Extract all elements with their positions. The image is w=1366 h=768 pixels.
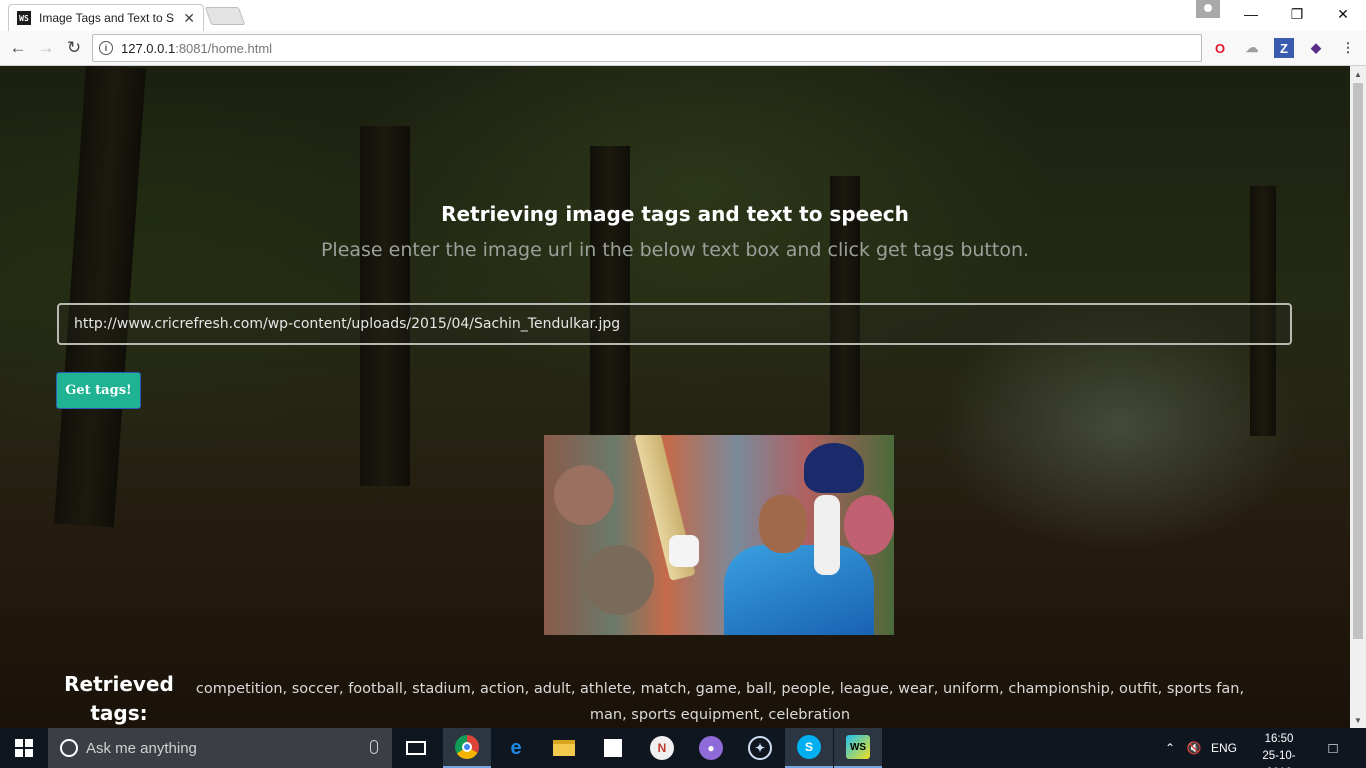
new-tab-button[interactable] bbox=[204, 7, 246, 25]
browser-tabstrip: WS Image Tags and Text to S ✕ — ❐ ✕ bbox=[0, 0, 1366, 31]
clock[interactable]: 16:50 25-10-2016 bbox=[1250, 731, 1308, 768]
show-hidden-icons-chevron-up-icon[interactable]: ⌃ bbox=[1160, 728, 1180, 768]
skype-icon: S bbox=[797, 735, 821, 759]
clock-date: 25-10-2016 bbox=[1262, 750, 1296, 768]
player-face bbox=[759, 495, 807, 553]
scroll-up-arrow-icon[interactable]: ▲ bbox=[1350, 66, 1366, 82]
crowd-figure bbox=[844, 495, 894, 555]
taskbar-app-2[interactable]: ✦ bbox=[736, 728, 784, 768]
globe-icon: ✦ bbox=[748, 736, 772, 760]
page-title: Retrieving image tags and text to speech bbox=[441, 202, 909, 226]
taskbar-file-explorer[interactable] bbox=[540, 728, 588, 768]
close-window-button[interactable]: ✕ bbox=[1320, 0, 1366, 28]
opera-icon[interactable]: O bbox=[1210, 38, 1230, 58]
language-indicator[interactable]: ENG bbox=[1208, 728, 1240, 768]
taskbar: Ask me anything e N ● ✦ S WS ⌃ 🔇 ENG 16:… bbox=[0, 728, 1366, 768]
taskbar-webstorm[interactable]: WS bbox=[834, 728, 882, 768]
browser-tab[interactable]: WS Image Tags and Text to S ✕ bbox=[8, 4, 204, 31]
minimize-button[interactable]: — bbox=[1228, 0, 1274, 28]
taskbar-edge[interactable]: e bbox=[492, 728, 540, 768]
edge-icon: e bbox=[510, 736, 522, 759]
page-viewport: Retrieving image tags and text to speech… bbox=[0, 66, 1350, 728]
retrieved-image bbox=[544, 435, 894, 635]
folder-icon bbox=[553, 740, 575, 756]
taskbar-chrome[interactable] bbox=[443, 728, 491, 768]
tab-title: Image Tags and Text to S bbox=[39, 11, 174, 25]
crowd-figure bbox=[584, 545, 654, 615]
start-button[interactable] bbox=[0, 728, 48, 768]
webstorm-favicon-icon: WS bbox=[17, 11, 31, 25]
taskbar-search[interactable]: Ask me anything bbox=[48, 728, 392, 768]
player-jersey bbox=[724, 545, 874, 635]
cloud-icon[interactable]: ☁ bbox=[1242, 38, 1262, 58]
maximize-button[interactable]: ❐ bbox=[1274, 0, 1320, 28]
webstorm-icon: WS bbox=[846, 735, 870, 759]
microphone-icon[interactable] bbox=[370, 740, 378, 754]
search-placeholder: Ask me anything bbox=[86, 739, 197, 757]
volume-muted-icon[interactable]: 🔇 bbox=[1184, 728, 1204, 768]
scroll-down-arrow-icon[interactable]: ▼ bbox=[1350, 712, 1366, 728]
info-icon[interactable]: i bbox=[99, 41, 113, 55]
task-view-button[interactable] bbox=[392, 728, 440, 768]
back-arrow-icon[interactable]: ← bbox=[6, 36, 30, 60]
url-host: 127.0.0.1 bbox=[121, 40, 176, 56]
taskbar-app[interactable]: N bbox=[638, 728, 686, 768]
profile-icon[interactable] bbox=[1196, 0, 1220, 18]
task-view-icon bbox=[406, 741, 426, 755]
tags-list: competition, soccer, football, stadium, … bbox=[195, 681, 1245, 723]
url-path: :8081/home.html bbox=[175, 40, 273, 56]
page-subtitle: Please enter the image url in the below … bbox=[320, 239, 1030, 261]
forward-arrow-icon[interactable]: → bbox=[34, 36, 58, 60]
get-tags-button[interactable]: Get tags! bbox=[56, 372, 141, 409]
extension-icon[interactable]: ◆ bbox=[1306, 38, 1326, 58]
clock-time: 16:50 bbox=[1264, 733, 1294, 745]
cat-icon: ● bbox=[699, 736, 723, 760]
taskbar-store[interactable] bbox=[589, 728, 637, 768]
taskbar-cat-app[interactable]: ● bbox=[687, 728, 735, 768]
chrome-icon bbox=[455, 735, 479, 759]
tags-heading: Retrieved tags: bbox=[64, 672, 174, 725]
address-bar[interactable]: i 127.0.0.1:8081/home.html bbox=[92, 34, 1202, 62]
windows-logo-icon bbox=[15, 739, 33, 757]
player-arm bbox=[814, 495, 840, 575]
crowd-figure bbox=[554, 465, 614, 525]
zotero-icon[interactable]: Z bbox=[1274, 38, 1294, 58]
image-url-input[interactable] bbox=[57, 303, 1292, 345]
menu-icon[interactable]: ⋮ bbox=[1338, 38, 1358, 58]
batting-glove bbox=[669, 535, 699, 567]
notifications-icon[interactable]: □ bbox=[1320, 728, 1346, 768]
reload-icon[interactable]: ↻ bbox=[62, 36, 86, 60]
tab-close-icon[interactable]: ✕ bbox=[183, 10, 195, 27]
browser-toolbar: ← → ↻ i 127.0.0.1:8081/home.html O ☁ Z ◆… bbox=[0, 31, 1366, 66]
taskbar-skype[interactable]: S bbox=[785, 728, 833, 768]
store-icon bbox=[604, 739, 622, 757]
app-icon: N bbox=[650, 736, 674, 760]
scroll-thumb[interactable] bbox=[1353, 83, 1363, 639]
cortana-icon bbox=[60, 739, 78, 757]
helmet bbox=[804, 443, 864, 493]
page-scrollbar[interactable]: ▲ ▼ bbox=[1350, 66, 1366, 728]
